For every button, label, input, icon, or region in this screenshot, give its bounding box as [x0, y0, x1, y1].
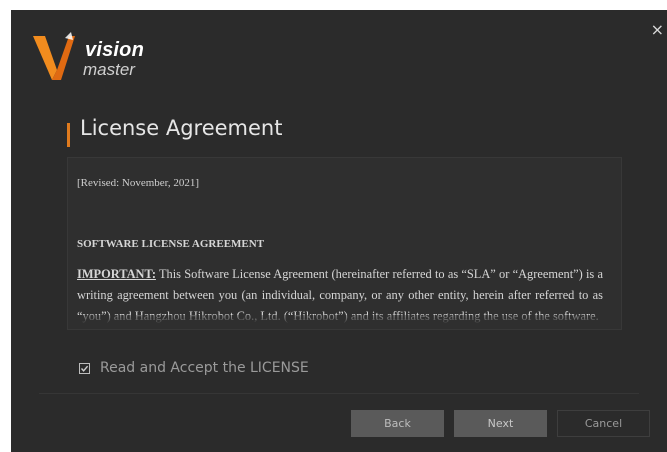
- close-icon[interactable]: ×: [651, 22, 664, 38]
- accept-checkbox[interactable]: [79, 362, 90, 374]
- accept-license-label: Read and Accept the LICENSE: [100, 360, 309, 376]
- title-accent-bar: [67, 123, 70, 147]
- license-heading: SOFTWARE LICENSE AGREEMENT: [77, 238, 265, 250]
- license-fade-overlay: [68, 315, 621, 329]
- license-important-label: IMPORTANT:: [77, 267, 156, 281]
- logo-word-master: master: [83, 60, 135, 79]
- license-revised-date: [Revised: November, 2021]: [77, 177, 200, 189]
- accept-license-checkbox-row[interactable]: Read and Accept the LICENSE: [79, 360, 309, 376]
- checkmark-icon: [80, 365, 89, 372]
- logo-v-icon: [33, 32, 75, 80]
- page-title: License Agreement: [80, 116, 283, 140]
- license-text-area[interactable]: [Revised: November, 2021] SOFTWARE LICEN…: [67, 157, 622, 330]
- installer-window: × vision master License Agreement [Revis…: [11, 10, 667, 452]
- cancel-button[interactable]: Cancel: [557, 410, 650, 437]
- logo-word-vision: vision: [85, 39, 144, 61]
- footer-divider: [39, 393, 639, 394]
- back-button[interactable]: Back: [351, 410, 444, 437]
- next-button[interactable]: Next: [454, 410, 547, 437]
- vision-master-logo: vision master: [31, 30, 161, 90]
